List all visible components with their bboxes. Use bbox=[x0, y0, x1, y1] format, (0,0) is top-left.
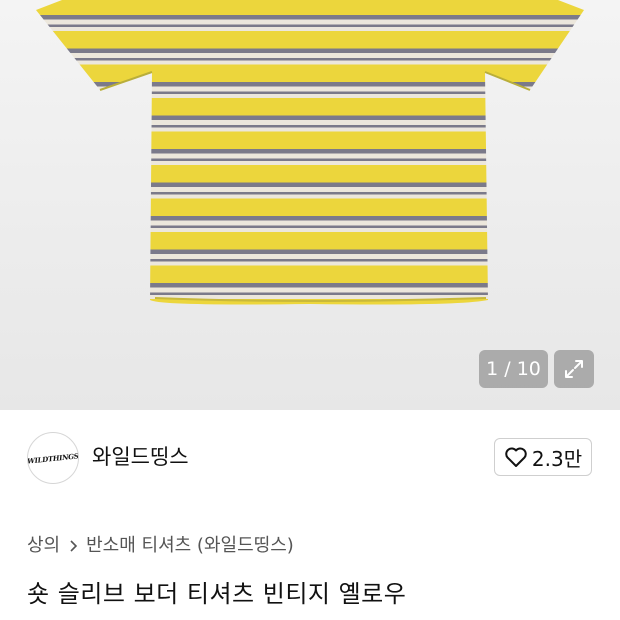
like-button[interactable]: 2.3만 bbox=[494, 438, 592, 476]
product-image-gallery[interactable]: 1 / 10 bbox=[0, 0, 620, 410]
brand-row: WILDTHINGS 와일드띵스 2.3만 bbox=[0, 410, 620, 510]
like-count: 2.3만 bbox=[531, 446, 583, 471]
expand-image-button[interactable] bbox=[554, 350, 594, 388]
breadcrumb-subcategory[interactable]: 반소매 티셔츠 (와일드띵스) bbox=[86, 534, 294, 558]
expand-icon bbox=[565, 360, 583, 378]
brand-name[interactable]: 와일드띵스 bbox=[92, 443, 189, 471]
product-title: 숏 슬리브 보더 티셔츠 빈티지 옐로우 bbox=[27, 580, 407, 608]
chevron-right-icon bbox=[68, 539, 78, 553]
breadcrumb: 상의 반소매 티셔츠 (와일드띵스) bbox=[27, 534, 294, 558]
image-pager: 1 / 10 bbox=[479, 350, 548, 388]
brand-logo[interactable]: WILDTHINGS bbox=[27, 432, 79, 484]
heart-icon bbox=[505, 447, 527, 467]
brand-logo-text: WILDTHINGS bbox=[27, 450, 79, 466]
product-image bbox=[36, 0, 584, 305]
breadcrumb-category[interactable]: 상의 bbox=[27, 534, 60, 558]
